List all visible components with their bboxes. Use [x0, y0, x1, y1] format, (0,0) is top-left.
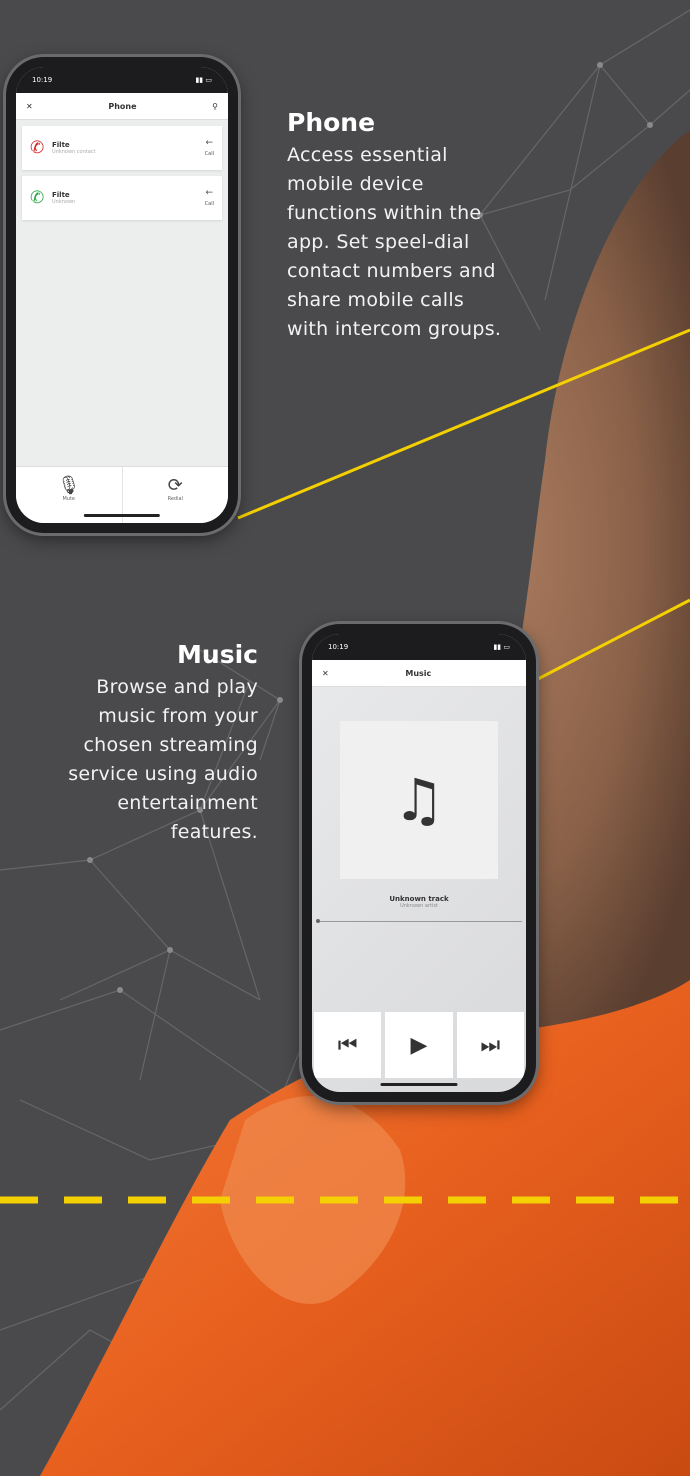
- phone-mockup-calls: 10:19 ▮▮ ▭ ✕ Phone ⚲ ✆ Filte Unknown con…: [6, 57, 238, 533]
- play-icon: ▶︎: [410, 1032, 428, 1058]
- track-title: Unknown track: [389, 895, 449, 903]
- redial-icon: ⟳: [167, 475, 183, 496]
- status-time: 10:19: [328, 643, 349, 651]
- skip-next-icon: ⏭︎: [480, 1032, 501, 1058]
- close-icon[interactable]: ✕: [322, 669, 329, 678]
- playback-controls: ⏮︎ ▶︎ ⏭︎: [312, 1012, 526, 1078]
- seek-bar[interactable]: [316, 919, 522, 923]
- search-icon[interactable]: ⚲: [212, 102, 218, 111]
- app-header: ✕ Phone ⚲: [16, 93, 228, 120]
- album-art: ♫: [340, 721, 498, 879]
- status-time: 10:19: [32, 76, 53, 84]
- signal-battery-icon: ▮▮ ▭: [195, 76, 212, 84]
- track-artist: Unknown artist: [400, 903, 438, 909]
- home-indicator: [83, 514, 161, 517]
- notch: [369, 634, 469, 656]
- music-feature-text: Music Browse and play music from your ch…: [60, 640, 258, 847]
- phone-screen: 10:19 ▮▮ ▭ ✕ Music ♫ Unknown track Unkno…: [312, 634, 526, 1092]
- call-arrow-icon: ←: [205, 188, 214, 198]
- phone-title: Phone: [287, 108, 376, 137]
- previous-button[interactable]: ⏮︎: [314, 1012, 382, 1078]
- call-row[interactable]: ✆ Filte Unknown ← Call: [22, 176, 222, 220]
- microphone-icon: 🎙︎: [57, 475, 81, 496]
- app-header: ✕ Music: [312, 660, 526, 687]
- screen-title: Music: [405, 668, 432, 678]
- call-icon: ✆: [30, 188, 45, 208]
- music-description: Browse and play music from your chosen s…: [68, 676, 258, 843]
- track-info: Unknown track Unknown artist: [312, 895, 526, 909]
- music-note-icon: ♫: [393, 766, 445, 834]
- phone-mockup-music: 10:19 ▮▮ ▭ ✕ Music ♫ Unknown track Unkno…: [302, 624, 536, 1102]
- close-icon[interactable]: ✕: [26, 102, 33, 111]
- call-arrow-icon: ←: [205, 138, 214, 148]
- contact-name: Filte Unknown: [52, 191, 76, 205]
- call-action[interactable]: ← Call: [205, 188, 214, 208]
- skip-previous-icon: ⏮︎: [337, 1032, 358, 1058]
- phone-description: Access essential mobile device functions…: [287, 144, 502, 340]
- phone-feature-text: Phone Access essential mobile device fun…: [287, 108, 507, 344]
- next-button[interactable]: ⏭︎: [456, 1012, 524, 1078]
- contact-name: Filte Unknown contact: [52, 141, 96, 155]
- missed-call-icon: ✆: [30, 138, 45, 158]
- signal-battery-icon: ▮▮ ▭: [493, 643, 510, 651]
- screen-title: Phone: [108, 101, 137, 111]
- call-row[interactable]: ✆ Filte Unknown contact ← Call: [22, 126, 222, 170]
- home-indicator: [380, 1083, 458, 1086]
- music-title: Music: [177, 640, 258, 669]
- notch: [73, 67, 171, 89]
- play-button[interactable]: ▶︎: [385, 1012, 453, 1078]
- call-action[interactable]: ← Call: [205, 138, 214, 158]
- phone-screen: 10:19 ▮▮ ▭ ✕ Phone ⚲ ✆ Filte Unknown con…: [16, 67, 228, 523]
